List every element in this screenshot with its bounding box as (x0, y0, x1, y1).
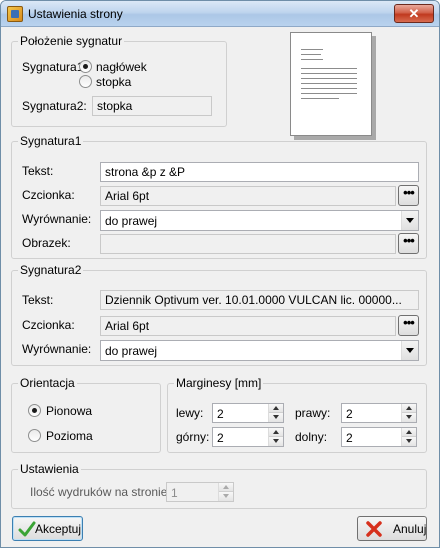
landscape-radio-label[interactable]: Pozioma (46, 429, 93, 443)
group-title: Marginesy [mm] (174, 376, 264, 390)
margin-bottom-label: dolny: (295, 430, 328, 444)
margin-top-label: górny: (176, 430, 210, 444)
copies-per-page-label: Ilość wydruków na stronie: (30, 485, 171, 499)
footer-radio[interactable] (79, 75, 92, 88)
chevron-down-icon[interactable] (401, 211, 418, 230)
chevron-down-icon[interactable] (401, 341, 418, 360)
margin-right-label: prawy: (295, 406, 331, 420)
spin-down-icon[interactable] (402, 437, 416, 446)
close-button[interactable]: ✕ (394, 4, 434, 23)
orientation-group: Orientacja Pionowa Pozioma (11, 376, 161, 453)
sig2-text-value: Dziennik Optivum ver. 10.01.0000 VULCAN … (100, 290, 419, 310)
sig1-image-label: Obrazek: (22, 236, 71, 250)
sig2-text-label: Tekst: (22, 293, 54, 307)
spin-up-icon[interactable] (402, 404, 416, 413)
cancel-button-label: Anuluj (393, 522, 427, 536)
sig1-align-select[interactable]: do prawej (100, 210, 419, 231)
select-value: do prawej (105, 344, 158, 358)
spinner-value: 2 (217, 407, 224, 421)
spin-down-icon[interactable] (269, 437, 283, 446)
sig1-font-browse-button[interactable]: ••• (398, 185, 419, 206)
accept-button[interactable]: Akceptuj (12, 516, 83, 541)
copies-per-page-spinner: 1 (166, 482, 234, 502)
sig1-font-value: Arial 6pt (100, 186, 396, 206)
sig2-font-browse-button[interactable]: ••• (398, 315, 419, 336)
spinner-value: 2 (217, 431, 224, 445)
sig1-align-label: Wyrównanie: (22, 212, 92, 226)
window-title: Ustawienia strony (28, 7, 123, 21)
spin-down-icon (219, 492, 233, 501)
margin-bottom-spinner[interactable]: 2 (341, 427, 417, 447)
page-setup-dialog: Ustawienia strony ✕ Położenie sygnatur S… (0, 0, 440, 548)
sig1-text-label: Tekst: (22, 164, 54, 178)
margins-group: Marginesy [mm] lewy: 2 prawy: 2 górny: 2… (167, 376, 427, 453)
group-title: Orientacja (18, 376, 77, 390)
group-title: Położenie sygnatur (18, 34, 125, 48)
close-icon: ✕ (408, 6, 420, 21)
sig2-position-value: stopka (92, 96, 212, 116)
landscape-radio[interactable] (28, 429, 41, 442)
spinner-value: 2 (346, 407, 353, 421)
sig1-position-label: Sygnatura1: (22, 60, 87, 74)
margin-left-spinner[interactable]: 2 (212, 403, 284, 423)
sig2-font-label: Czcionka: (22, 318, 75, 332)
margin-top-spinner[interactable]: 2 (212, 427, 284, 447)
portrait-radio[interactable] (28, 404, 41, 417)
portrait-radio-label[interactable]: Pionowa (46, 404, 92, 418)
sig2-align-select[interactable]: do prawej (100, 340, 419, 361)
header-radio-label[interactable]: nagłówek (96, 60, 147, 74)
spin-down-icon[interactable] (402, 413, 416, 422)
ellipsis-icon: ••• (403, 233, 415, 248)
page-preview-sheet (290, 32, 372, 136)
settings-group: Ustawienia Ilość wydruków na stronie: 1 (11, 462, 427, 509)
check-icon (18, 521, 36, 537)
group-title: Ustawienia (18, 462, 81, 476)
group-title: Sygnatura2 (18, 263, 84, 277)
group-title: Sygnatura1 (18, 134, 84, 148)
sig1-font-label: Czcionka: (22, 188, 75, 202)
sig2-font-value: Arial 6pt (100, 316, 396, 336)
ellipsis-icon: ••• (403, 185, 415, 200)
title-bar[interactable]: Ustawienia strony ✕ (1, 1, 439, 27)
spin-up-icon (219, 483, 233, 492)
ellipsis-icon: ••• (403, 315, 415, 330)
cancel-icon (366, 521, 382, 537)
sig2-align-label: Wyrównanie: (22, 342, 92, 356)
sig2-position-label: Sygnatura2: (22, 99, 87, 113)
signature2-group: Sygnatura2 Tekst: Dziennik Optivum ver. … (11, 263, 427, 366)
spin-up-icon[interactable] (269, 404, 283, 413)
sig1-text-input[interactable]: strona &p z &P (100, 162, 419, 182)
sig1-image-input (100, 234, 396, 254)
app-icon (7, 6, 23, 22)
spin-down-icon[interactable] (269, 413, 283, 422)
spin-up-icon[interactable] (269, 428, 283, 437)
accept-button-label: Akceptuj (35, 522, 82, 536)
spinner-value: 2 (346, 431, 353, 445)
signature1-group: Sygnatura1 Tekst: strona &p z &P Czcionk… (11, 134, 427, 259)
margin-left-label: lewy: (176, 406, 204, 420)
sig1-image-browse-button[interactable]: ••• (398, 233, 419, 254)
spinner-value: 1 (171, 486, 178, 500)
footer-radio-label[interactable]: stopka (96, 75, 131, 89)
cancel-button[interactable]: Anuluj (357, 516, 427, 541)
select-value: do prawej (105, 214, 158, 228)
spin-up-icon[interactable] (402, 428, 416, 437)
header-radio[interactable] (79, 60, 92, 73)
margin-right-spinner[interactable]: 2 (341, 403, 417, 423)
signature-position-group: Położenie sygnatur Sygnatura1: nagłówek … (11, 34, 227, 127)
page-preview (290, 32, 380, 144)
